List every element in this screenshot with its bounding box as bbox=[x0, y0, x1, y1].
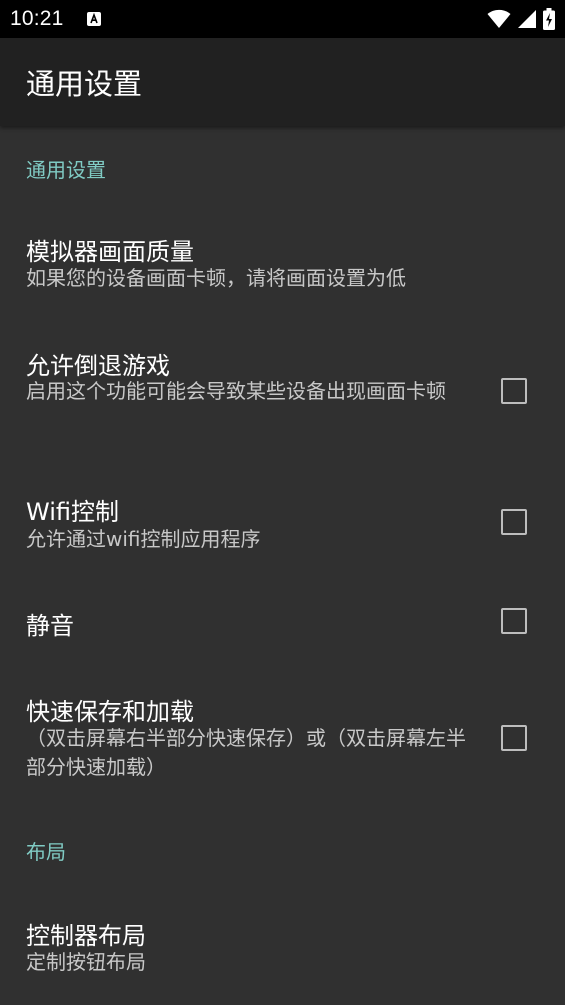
pref-title: 快速保存和加载 bbox=[26, 698, 194, 726]
signal-icon bbox=[518, 10, 536, 28]
status-bar: 10:21 bbox=[0, 0, 565, 38]
pref-allow-rewind[interactable]: 允许倒退游戏 启用这个功能可能会导致某些设备出现画面卡顿 bbox=[0, 322, 565, 462]
page-title: 通用设置 bbox=[26, 67, 143, 101]
pref-quick-save-load[interactable]: 快速保存和加载 （双击屏幕右半部分快速保存）或（双击屏幕左半部分快速加载） bbox=[0, 670, 565, 800]
battery-charging-icon bbox=[543, 8, 555, 30]
wifi-icon bbox=[487, 9, 511, 28]
pref-title: 静音 bbox=[26, 612, 74, 640]
pref-summary: 允许通过wifi控制应用程序 bbox=[26, 527, 261, 551]
pref-title: 控制器布局 bbox=[26, 922, 146, 950]
section-header-layout: 布局 bbox=[26, 840, 66, 864]
pref-summary: 启用这个功能可能会导致某些设备出现画面卡顿 bbox=[26, 379, 446, 403]
pref-summary: 如果您的设备画面卡顿，请将画面设置为低 bbox=[26, 266, 406, 290]
wifi-control-checkbox[interactable] bbox=[501, 509, 527, 535]
pref-title: Wifi控制 bbox=[26, 498, 119, 526]
pref-title: 模拟器画面质量 bbox=[26, 238, 194, 266]
status-icons bbox=[487, 8, 555, 30]
pref-controller-layout[interactable]: 控制器布局 定制按钮布局 bbox=[0, 892, 565, 992]
pref-title: 允许倒退游戏 bbox=[26, 352, 170, 380]
pref-summary: （双击屏幕右半部分快速保存）或（双击屏幕左半部分快速加载） bbox=[26, 726, 466, 779]
status-time: 10:21 bbox=[10, 7, 64, 30]
app-bar: 通用设置 bbox=[0, 38, 565, 126]
mute-checkbox[interactable] bbox=[501, 608, 527, 634]
pref-mute[interactable]: 静音 bbox=[0, 582, 565, 662]
pref-wifi-control[interactable]: Wifi控制 允许通过wifi控制应用程序 bbox=[0, 470, 565, 574]
pref-summary: 定制按钮布局 bbox=[26, 950, 146, 974]
notification-a-icon bbox=[86, 12, 101, 26]
rewind-checkbox[interactable] bbox=[501, 378, 527, 404]
pref-emulator-quality[interactable]: 模拟器画面质量 如果您的设备画面卡顿，请将画面设置为低 bbox=[0, 208, 565, 308]
section-header-general: 通用设置 bbox=[26, 158, 106, 182]
quick-save-checkbox[interactable] bbox=[501, 725, 527, 751]
